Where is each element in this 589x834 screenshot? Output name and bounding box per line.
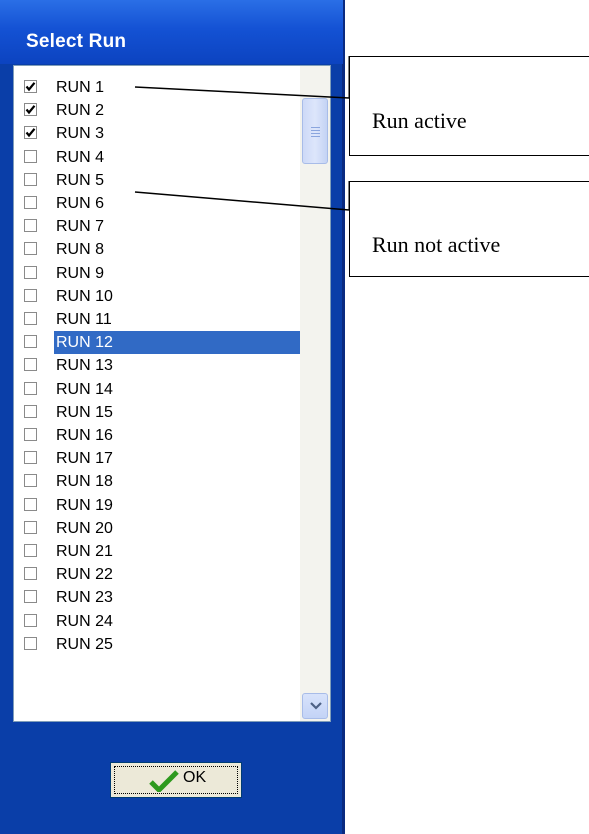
run-label: RUN 22	[56, 566, 113, 584]
run-checkbox[interactable]	[24, 636, 37, 650]
run-checkbox[interactable]	[24, 126, 37, 140]
run-checkbox[interactable]	[24, 265, 37, 279]
run-item[interactable]: RUN 11	[14, 308, 300, 331]
check-icon	[25, 128, 36, 138]
run-item[interactable]: RUN 22	[14, 563, 300, 586]
run-label: RUN 6	[56, 195, 105, 212]
run-item[interactable]: RUN 24	[14, 610, 300, 633]
run-checkbox[interactable]	[24, 428, 37, 441]
title-bar[interactable]: Select Run	[0, 0, 343, 64]
run-item[interactable]: RUN 20	[14, 517, 300, 540]
run-checkbox[interactable]	[24, 544, 37, 557]
vertical-scrollbar[interactable]	[300, 66, 330, 721]
run-item[interactable]: RUN 21	[14, 540, 300, 563]
run-label: RUN 11	[56, 311, 112, 328]
run-label: RUN 9	[56, 264, 105, 282]
run-label: RUN 1	[56, 79, 105, 96]
run-checkbox[interactable]	[24, 520, 37, 534]
run-item[interactable]: RUN 19	[14, 494, 300, 517]
run-checkbox[interactable]	[24, 358, 37, 372]
ok-label: OK	[183, 769, 207, 786]
run-checkbox[interactable]	[24, 335, 37, 349]
run-item[interactable]: RUN 16	[14, 424, 300, 447]
run-item[interactable]: RUN 17	[14, 447, 300, 470]
callout-run-not-active-label: Run not active	[372, 232, 501, 257]
run-label: RUN 20	[56, 519, 113, 537]
scrollbar-thumb[interactable]	[302, 98, 328, 164]
run-checkbox[interactable]	[24, 312, 37, 325]
callout-run-active	[349, 56, 589, 156]
run-label: RUN 10	[56, 287, 113, 305]
run-label: RUN 25	[56, 635, 113, 653]
chevron-down-icon	[310, 702, 322, 710]
run-checkbox[interactable]	[24, 103, 37, 117]
run-checkbox[interactable]	[24, 590, 37, 604]
run-item[interactable]: RUN 25	[14, 633, 300, 656]
run-label: RUN 23	[56, 589, 113, 607]
callout-run-active-label: Run active	[372, 108, 467, 133]
run-checkbox[interactable]	[24, 288, 37, 302]
run-label: RUN 15	[56, 403, 113, 421]
run-label: RUN 24	[56, 612, 113, 630]
run-checklist[interactable]: RUN 1 RUN 2 RUN 3 RUN 4 RUN 5 RUN 6 RUN 7 RUN 8…	[14, 66, 300, 721]
run-item[interactable]: RUN 18	[14, 470, 300, 493]
run-label: RUN 8	[56, 241, 105, 259]
run-checkbox[interactable]	[24, 149, 37, 163]
run-checkbox[interactable]	[24, 80, 37, 93]
run-checkbox[interactable]	[24, 451, 37, 465]
run-label: RUN 14	[56, 380, 113, 398]
run-label: RUN 7	[56, 218, 105, 236]
run-checkbox[interactable]	[24, 567, 37, 581]
run-label: RUN 3	[56, 125, 105, 143]
run-item[interactable]: RUN 15	[14, 401, 300, 424]
run-list-panel: RUN 1 RUN 2 RUN 3 RUN 4 RUN 5 RUN 6 RUN 7 RUN 8…	[13, 65, 331, 722]
run-label: RUN 21	[56, 543, 113, 560]
run-item[interactable]: RUN 1	[14, 76, 300, 99]
run-label: RUN 13	[56, 357, 113, 375]
run-label: RUN 12	[54, 331, 300, 355]
run-item[interactable]: RUN 4	[14, 146, 300, 169]
checkmark-icon	[149, 770, 179, 792]
callout-run-not-active	[349, 181, 589, 277]
run-checkbox[interactable]	[24, 381, 37, 395]
run-label: RUN 18	[56, 473, 113, 491]
run-item[interactable]: RUN 13	[14, 354, 300, 377]
run-item[interactable]: RUN 12	[14, 331, 300, 355]
ok-button[interactable]: OK	[110, 762, 242, 798]
run-item[interactable]: RUN 23	[14, 586, 300, 609]
check-icon	[25, 82, 36, 92]
run-label: RUN 2	[56, 102, 105, 120]
run-item[interactable]: RUN 9	[14, 262, 300, 285]
run-item[interactable]: RUN 14	[14, 378, 300, 401]
dialog-title: Select Run	[26, 31, 127, 52]
run-checkbox[interactable]	[24, 219, 37, 233]
run-checkbox[interactable]	[24, 172, 37, 186]
run-item[interactable]: RUN 7	[14, 215, 300, 238]
run-checkbox[interactable]	[24, 613, 37, 627]
run-checkbox[interactable]	[24, 196, 37, 209]
run-label: RUN 17	[56, 450, 113, 468]
run-item[interactable]: RUN 10	[14, 285, 300, 308]
run-item[interactable]: RUN 5	[14, 169, 300, 192]
run-item[interactable]: RUN 3	[14, 122, 300, 145]
run-item[interactable]: RUN 2	[14, 99, 300, 122]
run-label: RUN 5	[56, 171, 105, 189]
run-item[interactable]: RUN 8	[14, 238, 300, 261]
run-label: RUN 19	[56, 496, 113, 514]
run-item[interactable]: RUN 6	[14, 192, 300, 215]
run-checkbox[interactable]	[24, 474, 37, 488]
run-checkbox[interactable]	[24, 242, 37, 256]
scroll-down-button[interactable]	[302, 693, 328, 719]
run-label: RUN 16	[56, 427, 113, 444]
run-checkbox[interactable]	[24, 497, 37, 511]
check-icon	[25, 105, 36, 115]
run-label: RUN 4	[56, 148, 105, 166]
run-checkbox[interactable]	[24, 404, 37, 418]
select-run-dialog: Select Run RUN 1 RUN 2 RUN 3 RUN 4 RUN 5 RUN …	[0, 0, 345, 834]
